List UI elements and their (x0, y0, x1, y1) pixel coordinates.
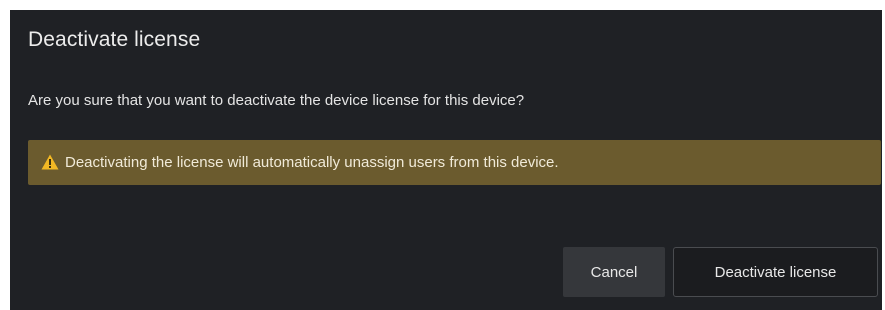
cancel-button[interactable]: Cancel (563, 247, 665, 297)
warning-text: Deactivating the license will automatica… (65, 154, 559, 171)
dialog-title: Deactivate license (28, 28, 201, 51)
warning-banner: Deactivating the license will automatica… (28, 140, 881, 185)
deactivate-license-dialog: Deactivate license Are you sure that you… (10, 10, 882, 310)
dialog-message: Are you sure that you want to deactivate… (28, 92, 525, 109)
deactivate-license-button[interactable]: Deactivate license (673, 247, 878, 297)
warning-triangle-icon (41, 154, 59, 170)
